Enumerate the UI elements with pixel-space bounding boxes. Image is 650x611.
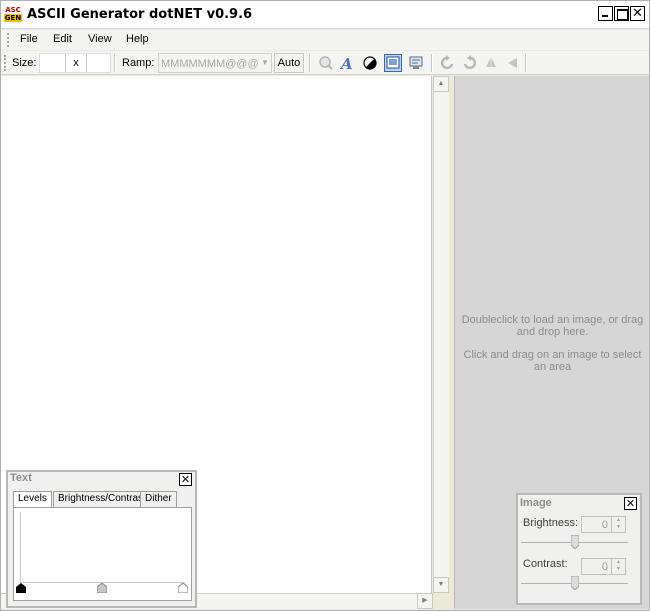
menu-view[interactable]: View: [88, 33, 112, 45]
text-panel-icon[interactable]: [407, 54, 425, 72]
levels-tab-body: [13, 507, 192, 601]
toolbar-separator: [114, 54, 116, 72]
select-area-hint: Click and drag on an image to select an …: [463, 349, 642, 373]
contrast-label: Contrast:: [523, 558, 568, 570]
stepper-down-icon[interactable]: ▼: [612, 524, 625, 531]
toolbar-grip[interactable]: [4, 55, 7, 71]
invert-icon[interactable]: [361, 54, 379, 72]
text-panel-title: Text: [10, 472, 32, 484]
contrast-spin-buttons[interactable]: ▲ ▼: [611, 559, 625, 574]
image-panel-close-icon[interactable]: ✕: [624, 497, 637, 510]
title-bar[interactable]: ASC GEN ASCII Generator dotNET v0.9.6 ✕: [1, 1, 649, 29]
chevron-down-icon[interactable]: ▼: [259, 54, 271, 72]
tab-brightness-contrast[interactable]: Brightness/Contrast: [53, 491, 151, 507]
brightness-stepper[interactable]: 0 ▲ ▼: [581, 516, 626, 533]
vertical-scrollbar[interactable]: ▲ ▼: [433, 76, 449, 593]
brightness-slider-thumb[interactable]: [570, 534, 579, 550]
window-title: ASCII Generator dotNET v0.9.6: [27, 7, 253, 22]
rotate-left-icon[interactable]: [439, 54, 457, 72]
tab-dither[interactable]: Dither: [140, 491, 177, 507]
levels-axis: [20, 512, 21, 582]
text-panel: Text ✕ Levels Brightness/Contrast Dither: [6, 470, 197, 608]
size-field: x: [39, 53, 111, 73]
stepper-down-icon[interactable]: ▼: [612, 566, 625, 573]
contrast-slider-thumb[interactable]: [570, 575, 579, 591]
size-width-input[interactable]: [40, 54, 64, 72]
stepper-up-icon[interactable]: ▲: [612, 517, 625, 524]
app-logo-icon: ASC GEN: [4, 6, 22, 22]
text-panel-close-icon[interactable]: ✕: [179, 473, 192, 486]
window-controls: ✕: [597, 6, 645, 21]
font-icon[interactable]: A: [338, 54, 356, 73]
flip-horizontal-icon[interactable]: [504, 54, 522, 72]
image-panel-icon[interactable]: [384, 54, 402, 72]
minimize-button[interactable]: [598, 6, 613, 21]
toolbar: Size: x Ramp: MMMMMMM@@@@@ ▼ Auto A: [1, 51, 649, 75]
tab-levels[interactable]: Levels: [13, 491, 52, 508]
ramp-label: Ramp:: [122, 57, 155, 69]
size-separator: x: [65, 54, 87, 72]
scroll-up-icon[interactable]: ▲: [433, 76, 449, 92]
levels-gray-handle[interactable]: [96, 582, 108, 594]
menu-bar: File Edit View Help: [1, 30, 649, 50]
contrast-value: 0: [601, 561, 608, 573]
menu-help[interactable]: Help: [126, 33, 149, 45]
brightness-value: 0: [601, 519, 608, 531]
app-window: ASC GEN ASCII Generator dotNET v0.9.6 ✕ …: [0, 0, 650, 611]
svg-text:A: A: [339, 55, 353, 72]
maximize-button[interactable]: [614, 6, 629, 21]
levels-black-handle[interactable]: [16, 583, 26, 593]
menu-edit[interactable]: Edit: [53, 33, 72, 45]
scrollbar-corner: [433, 593, 449, 609]
rotate-right-icon[interactable]: [460, 54, 478, 72]
toolbar-separator: [431, 54, 433, 72]
ramp-value: MMMMMMM@@@@@: [161, 58, 259, 70]
toolbar-separator: [525, 54, 527, 72]
menu-file[interactable]: File: [20, 33, 38, 45]
size-label: Size:: [12, 57, 37, 69]
image-panel: Image ✕ Brightness: 0 ▲ ▼ Contrast: 0 ▲ …: [516, 493, 642, 605]
size-height-input[interactable]: [88, 54, 110, 72]
contrast-stepper[interactable]: 0 ▲ ▼: [581, 558, 626, 575]
scroll-down-icon[interactable]: ▼: [433, 577, 449, 593]
scroll-right-icon[interactable]: ▶: [417, 593, 433, 609]
menubar-grip[interactable]: [7, 33, 10, 47]
brightness-label: Brightness:: [523, 517, 579, 529]
toolbar-separator: [309, 54, 311, 72]
load-image-hint: Doubleclick to load an image, or drag an…: [461, 314, 644, 338]
zoom-icon[interactable]: [317, 54, 335, 72]
close-button[interactable]: ✕: [630, 6, 645, 21]
flip-vertical-icon[interactable]: [482, 54, 500, 72]
levels-white-handle[interactable]: [177, 582, 189, 594]
image-panel-title: Image: [520, 497, 552, 509]
ramp-select[interactable]: MMMMMMM@@@@@ ▼: [158, 53, 272, 73]
auto-button[interactable]: Auto: [274, 53, 304, 73]
stepper-up-icon[interactable]: ▲: [612, 559, 625, 566]
brightness-spin-buttons[interactable]: ▲ ▼: [611, 517, 625, 532]
